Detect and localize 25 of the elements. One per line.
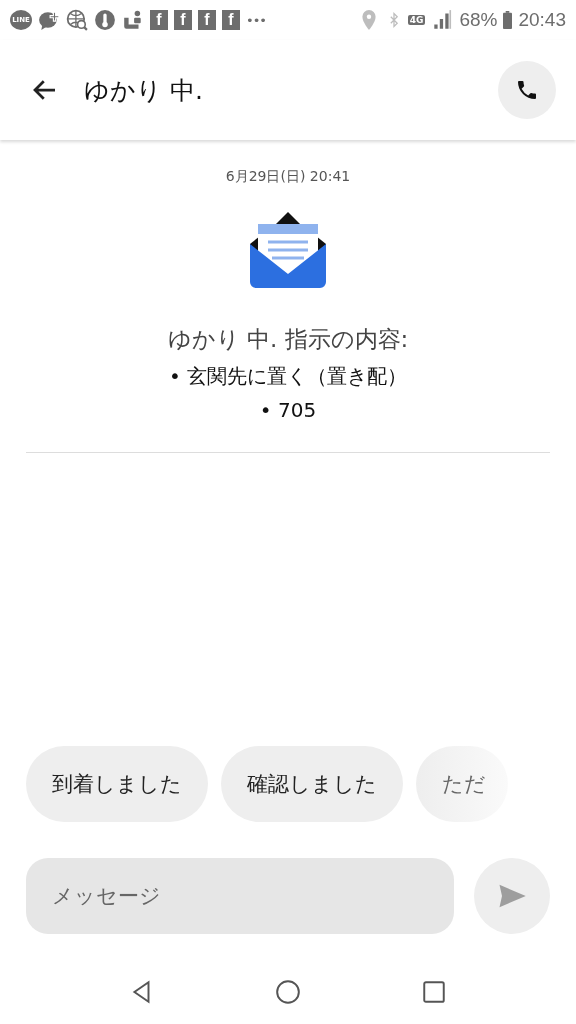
chat-title: ゆかり 中. — [84, 74, 204, 107]
signal-icon — [431, 9, 454, 31]
network-type-label: 4G — [407, 15, 426, 25]
quick-reply-chip[interactable]: 到着しました — [26, 746, 208, 822]
instructions-heading: ゆかり 中. 指示の内容: — [167, 325, 409, 354]
quick-reply-chip[interactable]: 確認しました — [221, 746, 403, 822]
battery-percent: 68% — [459, 9, 498, 31]
quick-reply-chip[interactable]: ただ — [416, 746, 508, 822]
recents-nav-icon[interactable] — [421, 979, 447, 1005]
instruction-item: • 玄関先に置く（置き配） — [168, 363, 408, 390]
message-input[interactable]: メッセージ — [26, 858, 454, 934]
social-app-icon: f — [150, 10, 168, 30]
social-app-icon: f — [174, 10, 192, 30]
battery-icon — [503, 10, 513, 30]
phone-icon — [515, 78, 539, 102]
home-nav-icon[interactable] — [275, 979, 301, 1005]
globe-search-icon — [66, 9, 88, 31]
social-app-icon: f — [198, 10, 216, 30]
more-notifications-icon: ••• — [246, 12, 266, 28]
clock: 20:43 — [518, 9, 566, 31]
message-timestamp: 6月29日(日) 20:41 — [225, 168, 351, 186]
chat-plus-icon — [38, 9, 60, 31]
thermometer-icon — [94, 9, 116, 31]
social-app-icon: f — [222, 10, 240, 30]
instruction-item: • 705 — [259, 398, 317, 422]
